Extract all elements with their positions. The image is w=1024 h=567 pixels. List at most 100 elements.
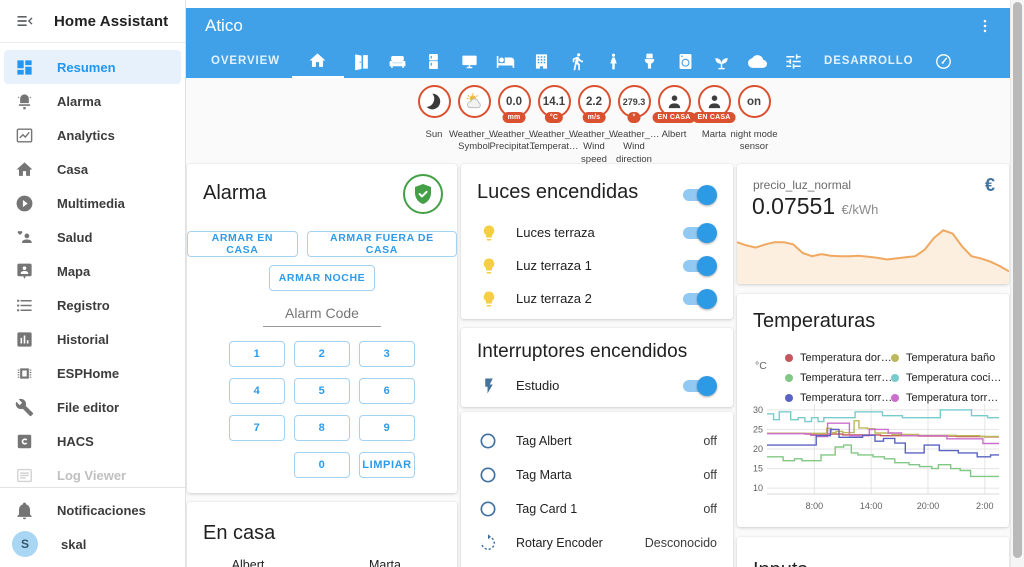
tab-tune[interactable] xyxy=(776,44,812,78)
tab-bed[interactable] xyxy=(488,44,524,78)
tab-gauge[interactable] xyxy=(925,44,961,78)
keypad-limpiar[interactable]: LIMPIAR xyxy=(359,452,415,478)
keypad-5[interactable]: 5 xyxy=(294,378,350,404)
rotary-encoder-row[interactable]: Rotary Encoder Desconocido xyxy=(461,526,733,560)
sidebar-item-hacs[interactable]: HACS xyxy=(4,424,181,458)
tag-row[interactable]: Tag Marta off xyxy=(461,458,733,492)
sidebar-item-casa[interactable]: Casa xyxy=(4,152,181,186)
svg-text:8:00: 8:00 xyxy=(806,501,824,511)
light-toggle[interactable] xyxy=(681,288,717,309)
keypad-8[interactable]: 8 xyxy=(294,415,350,441)
legend-item[interactable]: Temperatura coci… xyxy=(891,372,1003,384)
tab-toilet[interactable] xyxy=(632,44,668,78)
alarm-code-input[interactable] xyxy=(263,305,381,327)
tab-washer[interactable] xyxy=(668,44,704,78)
tab-walk[interactable] xyxy=(560,44,596,78)
flash-icon xyxy=(485,378,493,393)
rotate-icon xyxy=(481,534,495,550)
cloud-icon xyxy=(748,54,768,68)
sidebar-item-file-editor[interactable]: File editor xyxy=(4,390,181,424)
toilet-icon xyxy=(645,53,655,69)
tag-state: off xyxy=(703,468,717,482)
kebab-menu-icon[interactable] xyxy=(972,13,998,39)
arm-home-button[interactable]: ARMAR EN CASA xyxy=(187,231,298,257)
play-circle-icon xyxy=(16,195,33,211)
switch-toggle[interactable] xyxy=(681,375,717,396)
tab-door[interactable] xyxy=(344,44,380,78)
tab-office[interactable] xyxy=(524,44,560,78)
menu-open-icon[interactable] xyxy=(15,11,35,31)
shield-check-icon[interactable] xyxy=(403,174,443,214)
tab-desarrollo[interactable]: DESARROLLO xyxy=(812,44,926,78)
app-title: Home Assistant xyxy=(54,12,169,30)
list-icon xyxy=(16,299,32,311)
tab-plant[interactable] xyxy=(704,44,740,78)
alarma-title: Alarma xyxy=(203,182,267,204)
sidebar-footer: Notificaciones S skal xyxy=(0,487,185,567)
tab-cloud[interactable] xyxy=(740,44,776,78)
svg-text:20:00: 20:00 xyxy=(917,501,940,511)
keypad-4[interactable]: 4 xyxy=(229,378,285,404)
arm-away-button[interactable]: ARMAR FUERA DE CASA xyxy=(306,231,457,257)
keypad-3[interactable]: 3 xyxy=(359,341,415,367)
precio-card[interactable]: precio_luz_normal 0.07551 €/kWh € xyxy=(737,164,1009,284)
walk-icon xyxy=(573,52,584,70)
temperaturas-card: Temperaturas °C Temperatura dor… Tempera… xyxy=(737,294,1009,527)
tags-card: Tag Albert off Tag Marta off Tag Card 1 … xyxy=(461,412,733,567)
tab-overview[interactable]: OVERVIEW xyxy=(199,44,292,78)
badge-night-mode[interactable]: on night mode sensor xyxy=(730,85,778,166)
keypad-9[interactable]: 9 xyxy=(359,415,415,441)
sidebar-item-resumen[interactable]: Resumen xyxy=(4,50,181,84)
dashboard-icon xyxy=(17,59,32,75)
badge-weather-symbol[interactable]: Weather_… Symbol xyxy=(449,85,500,166)
keypad-2[interactable]: 2 xyxy=(294,341,350,367)
badge-albert[interactable]: EN CASA Albert xyxy=(652,85,696,166)
arm-night-button[interactable]: ARMAR NOCHE xyxy=(268,265,376,291)
tab-home[interactable] xyxy=(291,44,344,78)
tab-fridge[interactable] xyxy=(416,44,452,78)
sidebar-item-user[interactable]: S skal xyxy=(4,527,181,561)
person-icon xyxy=(610,53,618,69)
sidebar-item-analytics[interactable]: Analytics xyxy=(4,118,181,152)
alarma-card: Alarma ARMAR EN CASA ARMAR FUERA DE CASA… xyxy=(187,164,457,493)
light-toggle[interactable] xyxy=(681,222,717,243)
light-toggle[interactable] xyxy=(681,255,717,276)
keypad-6[interactable]: 6 xyxy=(359,378,415,404)
keypad-7[interactable]: 7 xyxy=(229,415,285,441)
luces-master-toggle[interactable] xyxy=(681,185,717,205)
tab-sofa[interactable] xyxy=(380,44,416,78)
tab-person[interactable] xyxy=(596,44,632,78)
badge-wind-direction[interactable]: 279.3 ° Weather_… Wind direction xyxy=(609,85,660,166)
badge-marta[interactable]: EN CASA Marta xyxy=(692,85,736,166)
sidebar-item-alarma[interactable]: Alarma xyxy=(4,84,181,118)
badge-temperature[interactable]: 14.1 °C Weather_… Temperat… xyxy=(529,85,580,166)
user-avatar: S xyxy=(12,531,38,557)
home-assistant-app: Home Assistant Resumen Alarma Analytics … xyxy=(0,0,1024,567)
badge-wind-speed[interactable]: 2.2 m/s Weather_… Wind speed xyxy=(569,85,620,166)
en-casa-card: En casa Albert Marta xyxy=(187,502,457,567)
sidebar-item-notifications[interactable]: Notificaciones xyxy=(4,493,181,527)
sidebar-item-mapa[interactable]: Mapa xyxy=(4,254,181,288)
circle-outline-icon xyxy=(480,501,496,517)
tag-row[interactable]: Tag Card 1 off xyxy=(461,492,733,526)
chart-line-icon xyxy=(16,127,33,143)
legend-item[interactable]: Temperatura dor… xyxy=(785,352,891,364)
badge-precipitation[interactable]: 0.0 mm Weather_… Precipitat… xyxy=(489,85,540,166)
legend-item[interactable]: Temperatura baño xyxy=(891,352,1003,364)
keypad-1[interactable]: 1 xyxy=(229,341,285,367)
sidebar-item-registro[interactable]: Registro xyxy=(4,288,181,322)
chip-icon xyxy=(17,367,32,379)
legend-item[interactable]: Temperatura terr… xyxy=(785,372,891,384)
circle-outline-icon xyxy=(480,467,496,483)
svg-text:25: 25 xyxy=(753,424,763,434)
person-label: Marta xyxy=(369,558,401,567)
sidebar-item-multimedia[interactable]: Multimedia xyxy=(4,186,181,220)
tag-row[interactable]: Tag Albert off xyxy=(461,424,733,458)
scrollbar-thumb[interactable] xyxy=(1013,2,1022,558)
sidebar-item-salud[interactable]: Salud xyxy=(4,220,181,254)
sidebar-item-historial[interactable]: Historial xyxy=(4,322,181,356)
keypad-0[interactable]: 0 xyxy=(294,452,350,478)
sidebar-item-esphome[interactable]: ESPHome xyxy=(4,356,181,390)
tab-tv[interactable] xyxy=(452,44,488,78)
badge-sun[interactable]: Sun xyxy=(414,85,454,166)
